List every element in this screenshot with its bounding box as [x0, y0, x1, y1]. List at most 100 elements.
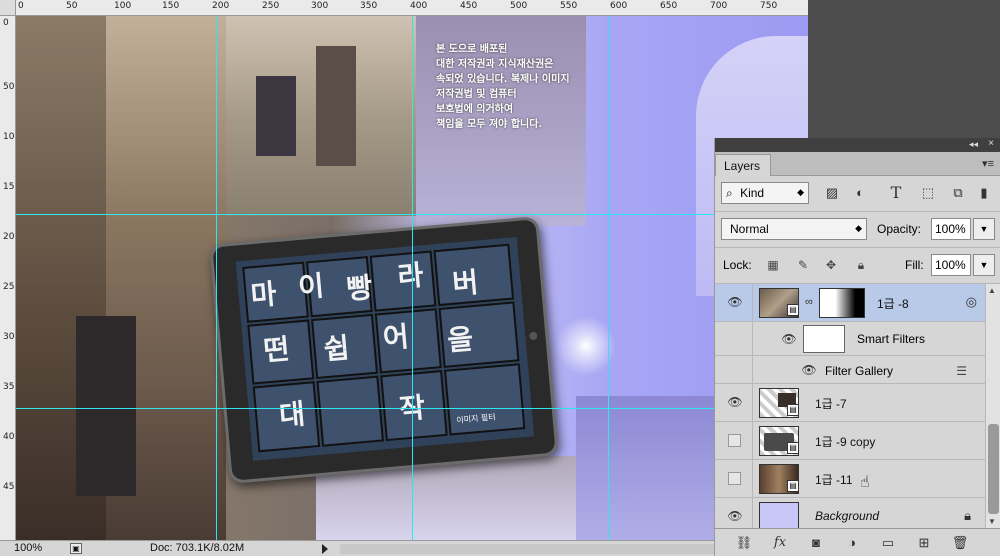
ruler-label: 300 [3, 332, 15, 342]
ruler-label: 50 [66, 1, 78, 11]
eye-icon[interactable]: 👁︎ [727, 296, 743, 308]
smart-filter-mask-thumbnail[interactable] [803, 325, 845, 353]
opacity-input[interactable]: 100% [931, 218, 971, 240]
layers-scrollbar[interactable]: ▲ ▼ [985, 284, 1000, 528]
canvas-art [316, 46, 356, 166]
ruler-label: 450 [460, 1, 478, 11]
hidden-visibility-box[interactable] [728, 472, 741, 485]
guide-line-vertical[interactable] [216, 16, 217, 540]
lock-move-icon[interactable]: ✥ [823, 257, 839, 273]
layer-name[interactable]: 1급 -7 [815, 395, 847, 412]
layer-mask-thumbnail[interactable] [819, 288, 865, 318]
tab-layers[interactable]: Layers [715, 154, 771, 176]
ruler-vertical[interactable]: 0 50 100 150 200 250 300 350 400 450 [0, 16, 16, 540]
ruler-label: 0 [3, 18, 9, 28]
link-icon[interactable]: ⛓ [735, 535, 753, 551]
filter-options-icon[interactable]: ☰ [956, 364, 967, 378]
scrollbar-thumb[interactable] [988, 424, 999, 514]
ruler-horizontal[interactable]: 0 50 100 150 200 250 300 350 400 450 500… [16, 0, 808, 16]
eye-icon[interactable]: 👁︎ [801, 364, 817, 376]
filter-toggle-icon[interactable]: ▮ [975, 184, 993, 202]
ruler-label: 400 [3, 432, 15, 442]
lock-transparent-icon[interactable]: ▦ [765, 257, 781, 273]
export-icon[interactable]: ▣ [70, 543, 82, 554]
pixel-filter-icon[interactable]: ▨ [823, 184, 841, 202]
blend-mode-select[interactable]: Normal ◆ [721, 218, 867, 240]
tablet-home-button [529, 331, 538, 341]
layer-row[interactable]: ▤ 1급 -9 copy [715, 422, 985, 460]
guide-line-horizontal[interactable] [16, 408, 808, 409]
screen-glyph: 라 [396, 258, 425, 294]
hand-cursor-icon: ☝ [860, 472, 870, 491]
smart-filters-row[interactable]: 👁︎ Smart Filters [715, 322, 985, 356]
smart-filters-label: Smart Filters [857, 332, 926, 346]
search-icon: ⌕ [726, 186, 733, 200]
doc-info-menu-arrow-icon[interactable] [322, 544, 328, 554]
lock-brush-icon[interactable]: ✎ [795, 257, 811, 273]
filter-gallery-row[interactable]: 👁︎ Filter Gallery ☰ [715, 356, 985, 384]
panel-title-bar[interactable]: ◂◂ × [715, 138, 1000, 152]
new-layer-icon[interactable]: ⊞ [915, 535, 933, 551]
visibility-toggle[interactable]: 👁︎ [715, 284, 753, 321]
layer-name[interactable]: 1급 -8 [877, 295, 909, 312]
ruler-label: 600 [610, 1, 628, 11]
chevron-down-icon[interactable]: ▼ [973, 218, 995, 240]
type-filter-icon[interactable]: T [887, 184, 905, 202]
smart-object-icon: ▤ [787, 304, 799, 316]
guide-line-horizontal[interactable] [16, 214, 808, 215]
hidden-visibility-box[interactable] [728, 434, 741, 447]
guide-line-vertical[interactable] [608, 16, 609, 540]
tablet-image: 마 이 빵 라 버 떤 쉽 어 을 대 작 이미지 필터 [209, 216, 559, 484]
kind-filter-select[interactable]: ⌕ Kind ◆ [721, 182, 809, 204]
eye-icon[interactable]: 👁︎ [727, 510, 743, 522]
ruler-corner[interactable] [0, 0, 16, 16]
close-icon[interactable]: × [988, 138, 994, 149]
layer-row[interactable]: 👁︎ ▤ 1급 -7 [715, 384, 985, 422]
panel-footer: ⛓ fx ◙ ◑ ▭ ⊞ 🗑︎ [715, 528, 1000, 556]
adjustment-filter-icon[interactable]: ◐ [851, 184, 869, 202]
ruler-label: 550 [560, 1, 578, 11]
visibility-toggle[interactable]: 👁︎ [715, 384, 753, 421]
status-bar: 100% ▣ Doc: 703.1K/8.02M [0, 540, 808, 556]
scroll-down-icon[interactable]: ▼ [988, 517, 996, 526]
screen-glyph: 마 [249, 277, 278, 313]
collapse-icon[interactable]: ◂◂ [969, 139, 978, 150]
panel-menu-icon[interactable]: ▾≡ [982, 157, 994, 170]
updown-arrow-icon: ◆ [797, 187, 804, 197]
screen-glyph: 빵 [345, 270, 374, 306]
screen-glyph: 이 [296, 269, 326, 305]
visibility-toggle[interactable]: 👁︎ [715, 498, 753, 528]
shape-filter-icon[interactable]: ⬚ [919, 184, 937, 202]
ruler-label: 400 [410, 1, 428, 11]
fill-input[interactable]: 100% [931, 254, 971, 276]
trash-icon[interactable]: 🗑︎ [951, 535, 969, 551]
mask-icon[interactable]: ◙ [807, 535, 825, 551]
eye-icon[interactable]: 👁︎ [781, 333, 797, 345]
link-icon[interactable]: ∞ [805, 296, 813, 308]
visibility-toggle[interactable] [715, 460, 753, 497]
adjustment-icon[interactable]: ◑ [843, 535, 861, 551]
smartobject-filter-icon[interactable]: ⧉ [949, 184, 967, 202]
layer-name[interactable]: 1급 -11 [815, 471, 853, 488]
lock-all-icon[interactable]: 🔒︎ [853, 257, 869, 273]
smart-filter-badge-icon[interactable]: ◎ [966, 294, 977, 310]
scroll-up-icon[interactable]: ▲ [988, 286, 996, 295]
layer-row[interactable]: 👁︎ ▤ ∞ 1급 -8 ◎ [715, 284, 985, 322]
layer-name[interactable]: Background [815, 509, 879, 523]
chevron-down-icon[interactable]: ▼ [973, 254, 995, 276]
layer-list: 👁︎ ▤ ∞ 1급 -8 ◎ 👁︎ Smart Filters 👁︎ Filte… [715, 284, 985, 528]
visibility-toggle[interactable] [715, 422, 753, 459]
guide-line-vertical[interactable] [412, 16, 413, 540]
eye-icon[interactable]: 👁︎ [727, 396, 743, 408]
opacity-label: Opacity: [877, 222, 922, 236]
fx-icon[interactable]: fx [771, 535, 789, 551]
layer-name[interactable]: 1급 -9 copy [815, 433, 875, 450]
zoom-level[interactable]: 100% [14, 542, 42, 554]
folder-icon[interactable]: ▭ [879, 535, 897, 551]
layer-row[interactable]: ▤ 1급 -11 [715, 460, 985, 498]
blend-row: Normal ◆ Opacity: 100% ▼ [715, 212, 1000, 248]
updown-arrow-icon: ◆ [855, 223, 862, 233]
lock-label: Lock: [723, 258, 752, 272]
overlay-text-line: 저작권법 및 컴퓨터 [436, 89, 517, 100]
layer-row[interactable]: 👁︎ Background 🔒︎ [715, 498, 985, 528]
